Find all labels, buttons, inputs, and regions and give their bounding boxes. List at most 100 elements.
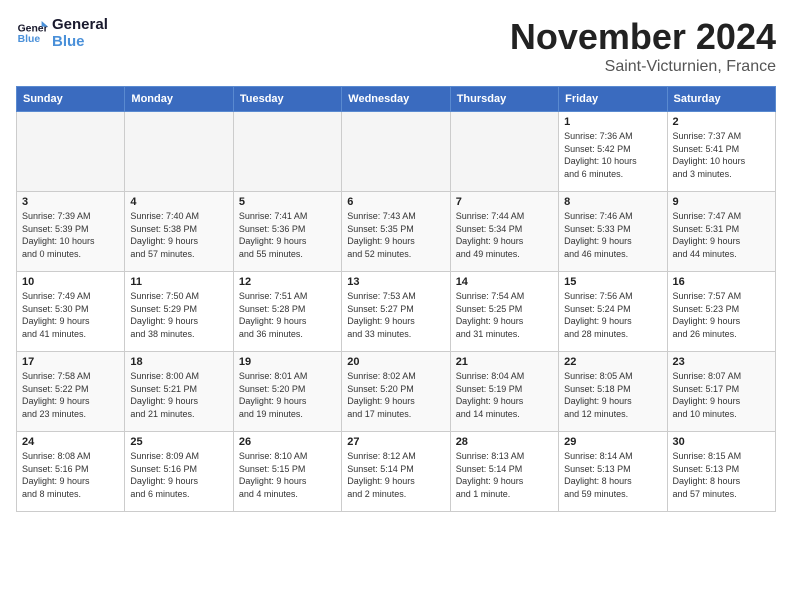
calendar-cell: 9 Sunrise: 7:47 AM Sunset: 5:31 PM Daylig…	[667, 192, 775, 272]
calendar-table: SundayMondayTuesdayWednesdayThursdayFrid…	[16, 86, 776, 512]
day-detail: Sunrise: 7:53 AM Sunset: 5:27 PM Dayligh…	[347, 290, 444, 340]
day-detail: Sunrise: 8:00 AM Sunset: 5:21 PM Dayligh…	[130, 370, 227, 420]
day-number: 30	[673, 436, 770, 448]
day-detail: Sunrise: 7:51 AM Sunset: 5:28 PM Dayligh…	[239, 290, 336, 340]
day-detail: Sunrise: 8:01 AM Sunset: 5:20 PM Dayligh…	[239, 370, 336, 420]
calendar-cell: 15Sunrise: 7:56 AM Sunset: 5:24 PM Dayli…	[559, 272, 667, 352]
calendar-cell	[342, 112, 450, 192]
weekday-header-wednesday: Wednesday	[342, 87, 450, 112]
day-number: 16	[673, 276, 770, 288]
calendar-cell: 16Sunrise: 7:57 AM Sunset: 5:23 PM Dayli…	[667, 272, 775, 352]
day-detail: Sunrise: 8:04 AM Sunset: 5:19 PM Dayligh…	[456, 370, 553, 420]
calendar-cell: 7 Sunrise: 7:44 AM Sunset: 5:34 PM Daylig…	[450, 192, 558, 272]
day-number: 8	[564, 196, 661, 208]
calendar-cell	[450, 112, 558, 192]
day-number: 24	[22, 436, 119, 448]
day-number: 19	[239, 356, 336, 368]
calendar-cell: 8 Sunrise: 7:46 AM Sunset: 5:33 PM Daylig…	[559, 192, 667, 272]
header: General Blue General Blue November 2024 …	[16, 16, 776, 76]
day-number: 14	[456, 276, 553, 288]
day-number: 23	[673, 356, 770, 368]
calendar-cell: 13 Sunrise: 7:53 AM Sunset: 5:27 PM Dayli…	[342, 272, 450, 352]
day-number: 1	[564, 116, 661, 128]
svg-text:Blue: Blue	[18, 34, 41, 45]
calendar-cell: 22Sunrise: 8:05 AM Sunset: 5:18 PM Dayli…	[559, 352, 667, 432]
calendar-cell: 5Sunrise: 7:41 AM Sunset: 5:36 PM Daylig…	[233, 192, 341, 272]
day-detail: Sunrise: 8:12 AM Sunset: 5:14 PM Dayligh…	[347, 450, 444, 500]
day-detail: Sunrise: 7:40 AM Sunset: 5:38 PM Dayligh…	[130, 210, 227, 260]
day-detail: Sunrise: 7:46 AM Sunset: 5:33 PM Dayligh…	[564, 210, 661, 260]
calendar-cell: 17 Sunrise: 7:58 AM Sunset: 5:22 PM Dayli…	[17, 352, 125, 432]
day-detail: Sunrise: 7:54 AM Sunset: 5:25 PM Dayligh…	[456, 290, 553, 340]
day-number: 10	[22, 276, 119, 288]
logo-icon: General Blue	[16, 17, 48, 49]
day-detail: Sunrise: 7:50 AM Sunset: 5:29 PM Dayligh…	[130, 290, 227, 340]
day-number: 4	[130, 196, 227, 208]
day-detail: Sunrise: 7:36 AM Sunset: 5:42 PM Dayligh…	[564, 130, 661, 180]
week-row-0: 1 Sunrise: 7:36 AM Sunset: 5:42 PM Daylig…	[17, 112, 776, 192]
day-detail: Sunrise: 7:44 AM Sunset: 5:34 PM Dayligh…	[456, 210, 553, 260]
day-detail: Sunrise: 8:02 AM Sunset: 5:20 PM Dayligh…	[347, 370, 444, 420]
calendar-cell: 11 Sunrise: 7:50 AM Sunset: 5:29 PM Dayli…	[125, 272, 233, 352]
calendar-cell	[17, 112, 125, 192]
day-number: 7	[456, 196, 553, 208]
day-number: 6	[347, 196, 444, 208]
day-number: 15	[564, 276, 661, 288]
day-number: 2	[673, 116, 770, 128]
day-detail: Sunrise: 8:14 AM Sunset: 5:13 PM Dayligh…	[564, 450, 661, 500]
day-number: 13	[347, 276, 444, 288]
calendar-cell: 21 Sunrise: 8:04 AM Sunset: 5:19 PM Dayli…	[450, 352, 558, 432]
calendar-cell: 25 Sunrise: 8:09 AM Sunset: 5:16 PM Dayli…	[125, 432, 233, 512]
weekday-header-thursday: Thursday	[450, 87, 558, 112]
weekday-header-friday: Friday	[559, 87, 667, 112]
day-number: 9	[673, 196, 770, 208]
calendar-cell: 18Sunrise: 8:00 AM Sunset: 5:21 PM Dayli…	[125, 352, 233, 432]
day-detail: Sunrise: 7:41 AM Sunset: 5:36 PM Dayligh…	[239, 210, 336, 260]
day-detail: Sunrise: 7:39 AM Sunset: 5:39 PM Dayligh…	[22, 210, 119, 260]
calendar-cell: 19 Sunrise: 8:01 AM Sunset: 5:20 PM Dayli…	[233, 352, 341, 432]
calendar-cell	[233, 112, 341, 192]
calendar-cell: 28Sunrise: 8:13 AM Sunset: 5:14 PM Dayli…	[450, 432, 558, 512]
calendar-cell: 1 Sunrise: 7:36 AM Sunset: 5:42 PM Daylig…	[559, 112, 667, 192]
month-title: November 2024	[510, 16, 776, 58]
week-row-3: 17 Sunrise: 7:58 AM Sunset: 5:22 PM Dayli…	[17, 352, 776, 432]
day-detail: Sunrise: 8:08 AM Sunset: 5:16 PM Dayligh…	[22, 450, 119, 500]
logo: General Blue General Blue	[16, 16, 108, 50]
day-number: 11	[130, 276, 227, 288]
week-row-2: 10Sunrise: 7:49 AM Sunset: 5:30 PM Dayli…	[17, 272, 776, 352]
calendar-cell: 23 Sunrise: 8:07 AM Sunset: 5:17 PM Dayli…	[667, 352, 775, 432]
day-number: 12	[239, 276, 336, 288]
day-detail: Sunrise: 8:13 AM Sunset: 5:14 PM Dayligh…	[456, 450, 553, 500]
calendar-cell: 2 Sunrise: 7:37 AM Sunset: 5:41 PM Daylig…	[667, 112, 775, 192]
day-number: 29	[564, 436, 661, 448]
day-number: 26	[239, 436, 336, 448]
calendar-cell: 27 Sunrise: 8:12 AM Sunset: 5:14 PM Dayli…	[342, 432, 450, 512]
week-row-4: 24 Sunrise: 8:08 AM Sunset: 5:16 PM Dayli…	[17, 432, 776, 512]
logo-blue: Blue	[52, 33, 108, 50]
weekday-header-monday: Monday	[125, 87, 233, 112]
day-detail: Sunrise: 8:07 AM Sunset: 5:17 PM Dayligh…	[673, 370, 770, 420]
day-detail: Sunrise: 7:58 AM Sunset: 5:22 PM Dayligh…	[22, 370, 119, 420]
day-number: 17	[22, 356, 119, 368]
calendar-cell: 14 Sunrise: 7:54 AM Sunset: 5:25 PM Dayli…	[450, 272, 558, 352]
calendar-cell	[125, 112, 233, 192]
title-block: November 2024 Saint-Victurnien, France	[510, 16, 776, 76]
calendar-cell: 24 Sunrise: 8:08 AM Sunset: 5:16 PM Dayli…	[17, 432, 125, 512]
day-number: 20	[347, 356, 444, 368]
day-number: 27	[347, 436, 444, 448]
calendar-cell: 6Sunrise: 7:43 AM Sunset: 5:35 PM Daylig…	[342, 192, 450, 272]
day-detail: Sunrise: 7:37 AM Sunset: 5:41 PM Dayligh…	[673, 130, 770, 180]
day-detail: Sunrise: 8:09 AM Sunset: 5:16 PM Dayligh…	[130, 450, 227, 500]
calendar-cell: 29 Sunrise: 8:14 AM Sunset: 5:13 PM Dayli…	[559, 432, 667, 512]
week-row-1: 3Sunrise: 7:39 AM Sunset: 5:39 PM Daylig…	[17, 192, 776, 272]
day-number: 21	[456, 356, 553, 368]
weekday-header-saturday: Saturday	[667, 87, 775, 112]
calendar-cell: 26 Sunrise: 8:10 AM Sunset: 5:15 PM Dayli…	[233, 432, 341, 512]
calendar-cell: 3Sunrise: 7:39 AM Sunset: 5:39 PM Daylig…	[17, 192, 125, 272]
day-number: 22	[564, 356, 661, 368]
day-detail: Sunrise: 7:47 AM Sunset: 5:31 PM Dayligh…	[673, 210, 770, 260]
day-detail: Sunrise: 8:15 AM Sunset: 5:13 PM Dayligh…	[673, 450, 770, 500]
day-number: 25	[130, 436, 227, 448]
location-title: Saint-Victurnien, France	[510, 58, 776, 76]
day-detail: Sunrise: 8:10 AM Sunset: 5:15 PM Dayligh…	[239, 450, 336, 500]
